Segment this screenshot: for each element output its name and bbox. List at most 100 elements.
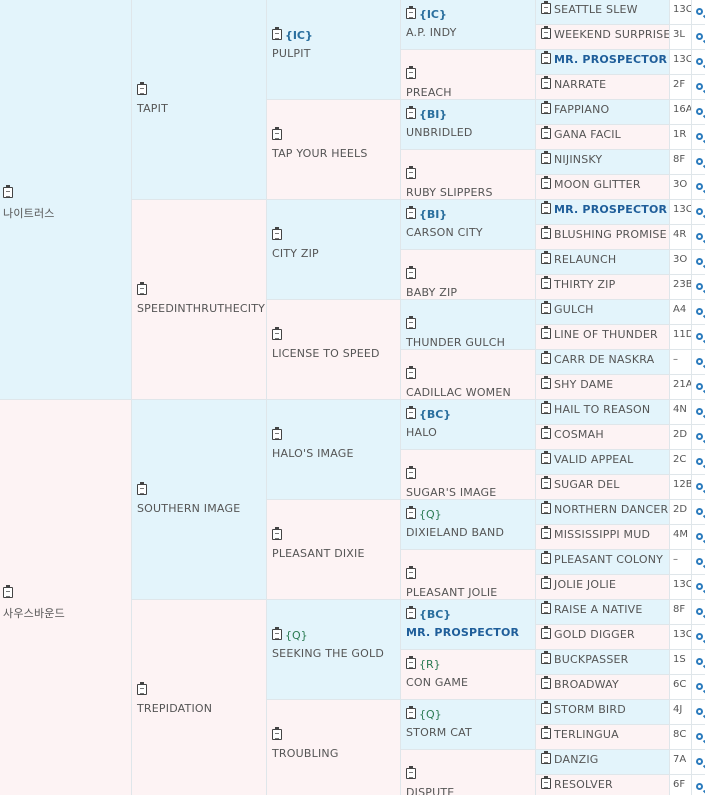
search-icon[interactable]: [692, 350, 705, 375]
clipboard-icon[interactable]: [137, 82, 147, 95]
clipboard-icon[interactable]: [541, 726, 551, 739]
clipboard-icon[interactable]: [406, 66, 416, 79]
horse-name-link[interactable]: TREPIDATION: [137, 702, 212, 715]
horse-name-link[interactable]: WEEKEND SURPRISE: [554, 28, 669, 41]
clipboard-icon[interactable]: [406, 106, 416, 119]
horse-name-link[interactable]: HALO'S IMAGE: [272, 447, 354, 460]
horse-name-link[interactable]: BABY ZIP: [406, 286, 457, 299]
horse-name-link[interactable]: DIXIELAND BAND: [406, 526, 504, 539]
clipboard-icon[interactable]: [541, 276, 551, 289]
clipboard-icon[interactable]: [406, 316, 416, 329]
clipboard-icon[interactable]: [541, 26, 551, 39]
horse-name-link[interactable]: PLEASANT JOLIE: [406, 586, 497, 599]
clipboard-icon[interactable]: [406, 166, 416, 179]
clipboard-icon[interactable]: [406, 406, 416, 419]
horse-name-link[interactable]: NORTHERN DANCER: [554, 503, 668, 516]
search-icon[interactable]: [692, 500, 705, 525]
clipboard-icon[interactable]: [541, 376, 551, 389]
horse-name-link[interactable]: TERLINGUA: [554, 728, 619, 741]
clipboard-icon[interactable]: [406, 6, 416, 19]
clipboard-icon[interactable]: [406, 566, 416, 579]
horse-name-link[interactable]: SUGAR'S IMAGE: [406, 486, 496, 499]
horse-name-link[interactable]: FAPPIANO: [554, 103, 609, 116]
clipboard-icon[interactable]: [272, 727, 282, 740]
clipboard-icon[interactable]: [541, 251, 551, 264]
clipboard-icon[interactable]: [541, 701, 551, 714]
clipboard-icon[interactable]: [272, 127, 282, 140]
search-icon[interactable]: [692, 725, 705, 750]
horse-name-link[interactable]: THUNDER GULCH: [406, 336, 505, 349]
search-icon[interactable]: [692, 575, 705, 600]
search-icon[interactable]: [692, 375, 705, 400]
clipboard-icon[interactable]: [541, 126, 551, 139]
search-icon[interactable]: [692, 700, 705, 725]
horse-name-link[interactable]: DISPUTE: [406, 786, 454, 795]
search-icon[interactable]: [692, 325, 705, 350]
clipboard-icon[interactable]: [541, 601, 551, 614]
horse-name-link[interactable]: BUCKPASSER: [554, 653, 629, 666]
search-icon[interactable]: [692, 625, 705, 650]
clipboard-icon[interactable]: [541, 326, 551, 339]
horse-name-link[interactable]: MISSISSIPPI MUD: [554, 528, 650, 541]
horse-name-link[interactable]: GOLD DIGGER: [554, 628, 635, 641]
search-icon[interactable]: [692, 450, 705, 475]
horse-name-link[interactable]: TROUBLING: [272, 747, 339, 760]
clipboard-icon[interactable]: [541, 351, 551, 364]
clipboard-icon[interactable]: [137, 482, 147, 495]
clipboard-icon[interactable]: [406, 656, 416, 669]
horse-name-link[interactable]: JOLIE JOLIE: [554, 578, 616, 591]
horse-name-link[interactable]: SHY DAME: [554, 378, 613, 391]
horse-name-link[interactable]: PLEASANT DIXIE: [272, 547, 365, 560]
horse-name-link[interactable]: PLEASANT COLONY: [554, 553, 663, 566]
horse-name-link[interactable]: RELAUNCH: [554, 253, 616, 266]
horse-name-link[interactable]: BROADWAY: [554, 678, 619, 691]
horse-name-link[interactable]: MR. PROSPECTOR: [554, 203, 667, 216]
horse-name-link[interactable]: TAPIT: [137, 102, 168, 115]
clipboard-icon[interactable]: [541, 101, 551, 114]
search-icon[interactable]: [692, 650, 705, 675]
clipboard-icon[interactable]: [541, 676, 551, 689]
horse-name-link[interactable]: CITY ZIP: [272, 247, 319, 260]
search-icon[interactable]: [692, 475, 705, 500]
horse-name-link[interactable]: MR. PROSPECTOR: [554, 53, 667, 66]
clipboard-icon[interactable]: [272, 427, 282, 440]
clipboard-icon[interactable]: [541, 201, 551, 214]
clipboard-icon[interactable]: [541, 576, 551, 589]
clipboard-icon[interactable]: [3, 185, 13, 198]
clipboard-icon[interactable]: [541, 776, 551, 789]
clipboard-icon[interactable]: [272, 27, 282, 40]
search-icon[interactable]: [692, 600, 705, 625]
search-icon[interactable]: [692, 75, 705, 100]
search-icon[interactable]: [692, 50, 705, 75]
horse-name-link[interactable]: NIJINSKY: [554, 153, 602, 166]
horse-name-link[interactable]: CARR DE NASKRA: [554, 353, 654, 366]
horse-name-link[interactable]: UNBRIDLED: [406, 126, 473, 139]
clipboard-icon[interactable]: [406, 266, 416, 279]
horse-name-link[interactable]: MR. PROSPECTOR: [406, 626, 519, 639]
horse-name-link[interactable]: THIRTY ZIP: [554, 278, 615, 291]
search-icon[interactable]: [692, 200, 705, 225]
clipboard-icon[interactable]: [541, 401, 551, 414]
search-icon[interactable]: [692, 550, 705, 575]
clipboard-icon[interactable]: [541, 76, 551, 89]
horse-name-link[interactable]: LINE OF THUNDER: [554, 328, 658, 341]
horse-name-link[interactable]: 사우스바운드: [3, 605, 65, 621]
clipboard-icon[interactable]: [541, 751, 551, 764]
clipboard-icon[interactable]: [541, 501, 551, 514]
search-icon[interactable]: [692, 225, 705, 250]
horse-name-link[interactable]: HAIL TO REASON: [554, 403, 650, 416]
search-icon[interactable]: [692, 525, 705, 550]
horse-name-link[interactable]: BLUSHING PROMISE: [554, 228, 667, 241]
horse-name-link[interactable]: HALO: [406, 426, 451, 439]
horse-name-link[interactable]: CON GAME: [406, 676, 468, 689]
horse-name-link[interactable]: COSMAH: [554, 428, 604, 441]
search-icon[interactable]: [692, 775, 705, 795]
clipboard-icon[interactable]: [406, 706, 416, 719]
clipboard-icon[interactable]: [406, 206, 416, 219]
horse-name-link[interactable]: STORM CAT: [406, 726, 472, 739]
horse-name-link[interactable]: DANZIG: [554, 753, 599, 766]
horse-name-link[interactable]: RESOLVER: [554, 778, 613, 791]
clipboard-icon[interactable]: [541, 426, 551, 439]
search-icon[interactable]: [692, 300, 705, 325]
search-icon[interactable]: [692, 175, 705, 200]
